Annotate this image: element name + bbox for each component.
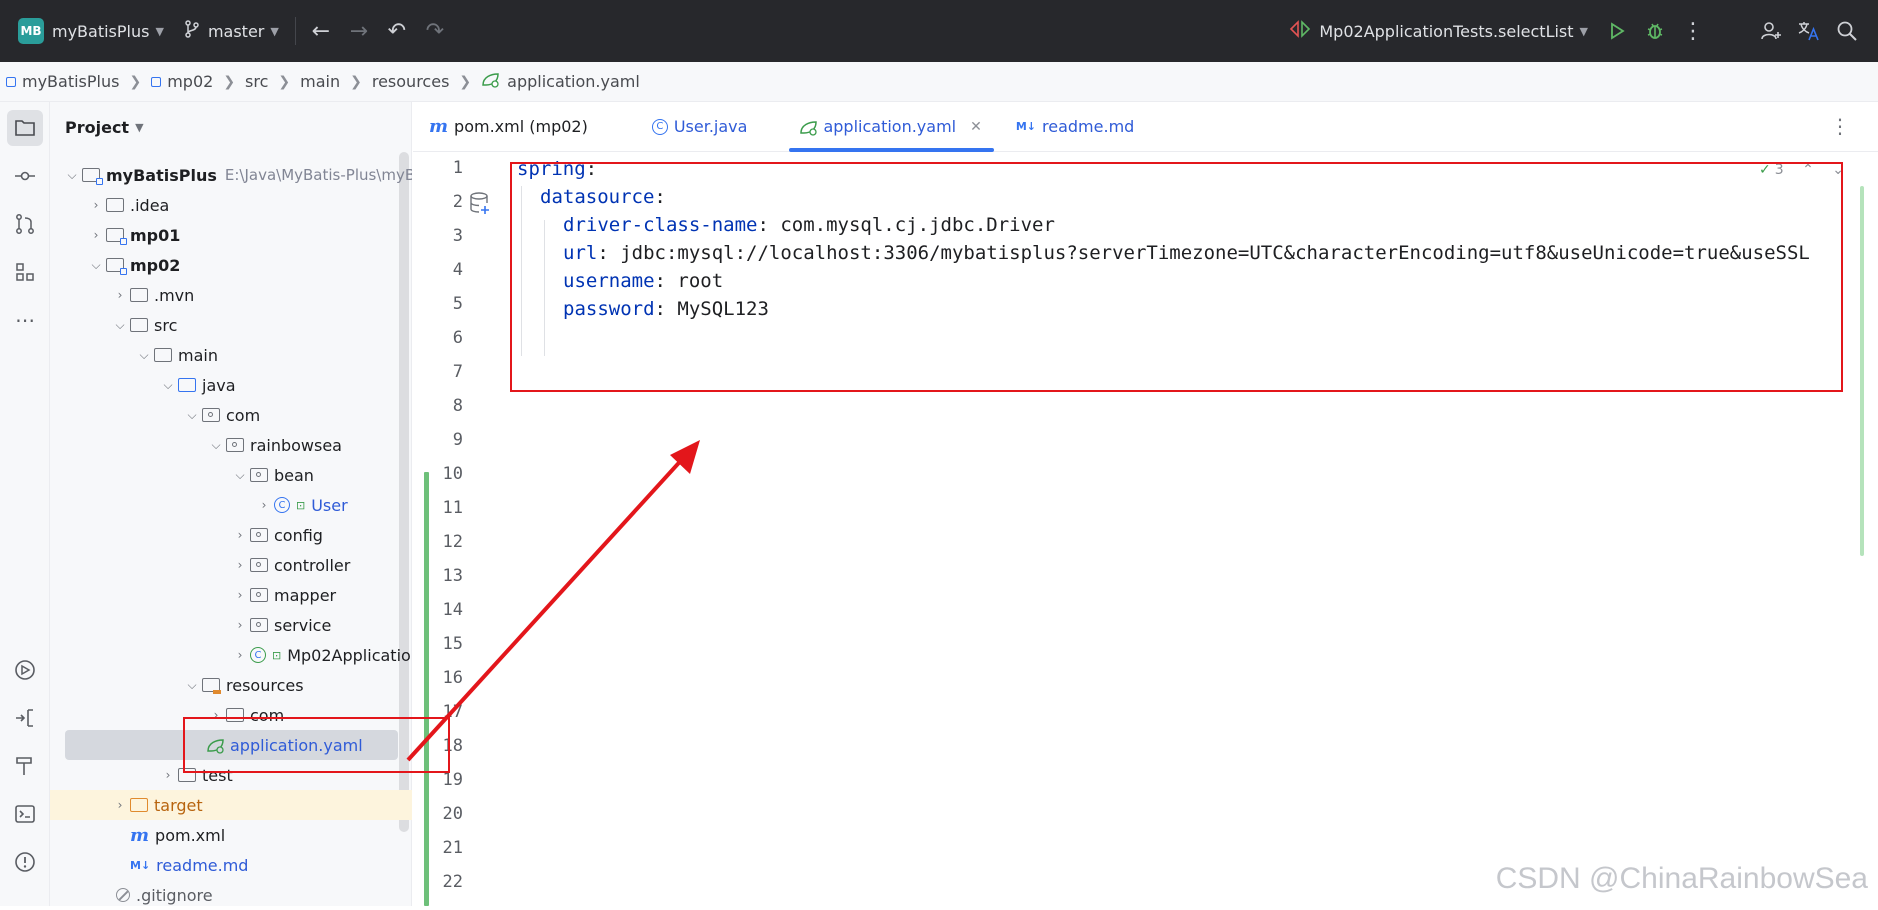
annotation-arrow	[0, 0, 1878, 906]
watermark: CSDN @ChinaRainbowSea	[1496, 862, 1868, 896]
